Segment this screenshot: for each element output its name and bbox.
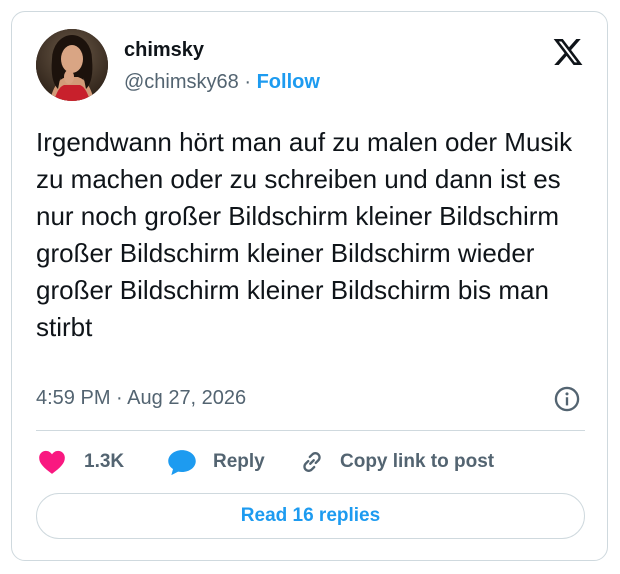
tweet-date: Aug 27, 2026 [127,387,247,409]
timestamp-separator: · [116,387,123,409]
link-icon [303,452,321,472]
reply-button[interactable]: Reply [167,444,265,480]
copy-link-label: Copy link to post [340,451,495,472]
divider [36,430,585,431]
tweet-text: Irgendwann hört man auf zu malen oder Mu… [36,127,573,342]
avatar-photo [36,29,108,101]
read-replies-button[interactable]: Read 16 replies [36,493,585,539]
reply-label: Reply [213,451,265,472]
like-button[interactable]: 1.3K [38,444,124,480]
heart-icon [39,450,65,474]
tweet-timestamp[interactable]: 4:59 PM · Aug 27, 2026 [36,386,246,410]
handle-row: @chimsky68 · Follow [124,70,320,94]
tweet-card: chimsky @chimsky68 · Follow Irgendwann h… [11,11,608,561]
user-handle[interactable]: @chimsky68 [124,71,239,93]
avatar[interactable] [36,29,108,101]
tweet-time: 4:59 PM [36,387,111,409]
like-count: 1.3K [84,451,125,472]
display-name[interactable]: chimsky [124,38,204,62]
speech-bubble-icon [168,450,196,476]
copy-link-button[interactable]: Copy link to post [298,444,494,480]
x-logo-icon[interactable] [552,36,584,68]
follow-button[interactable]: Follow [257,71,320,93]
info-icon[interactable] [553,385,581,413]
handle-separator: · [244,71,252,93]
